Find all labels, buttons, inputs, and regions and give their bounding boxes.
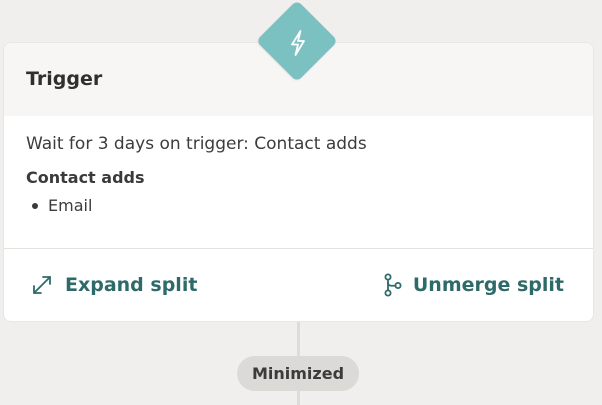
expand-split-button[interactable]: Expand split: [31, 274, 197, 296]
minimized-label: Minimized: [251, 364, 345, 383]
card-title: Trigger: [26, 68, 103, 90]
card-footer: Expand split Unmerge split: [4, 249, 593, 320]
section-label: Contact adds: [26, 168, 145, 187]
unmerge-split-label: Unmerge split: [412, 273, 564, 296]
lightning-bolt-icon: [291, 30, 305, 56]
condition-list: Email: [26, 196, 571, 216]
minimized-status-pill[interactable]: Minimized: [237, 356, 359, 391]
expand-split-label: Expand split: [65, 273, 198, 296]
list-item: Email: [26, 196, 571, 216]
flow-connector-line: [297, 391, 300, 405]
trigger-description: Wait for 3 days on trigger: Contact adds: [26, 134, 367, 154]
expand-arrows-icon: [33, 275, 51, 294]
list-item-label: Email: [48, 196, 93, 215]
flow-connector-line: [297, 321, 300, 356]
unmerge-split-button[interactable]: Unmerge split: [384, 273, 564, 297]
bullet-icon: [32, 203, 38, 209]
branch-icon: [384, 273, 402, 296]
trigger-card: Trigger Wait for 3 days on trigger: Cont…: [4, 43, 593, 321]
card-body: Wait for 3 days on trigger: Contact adds…: [4, 116, 593, 249]
